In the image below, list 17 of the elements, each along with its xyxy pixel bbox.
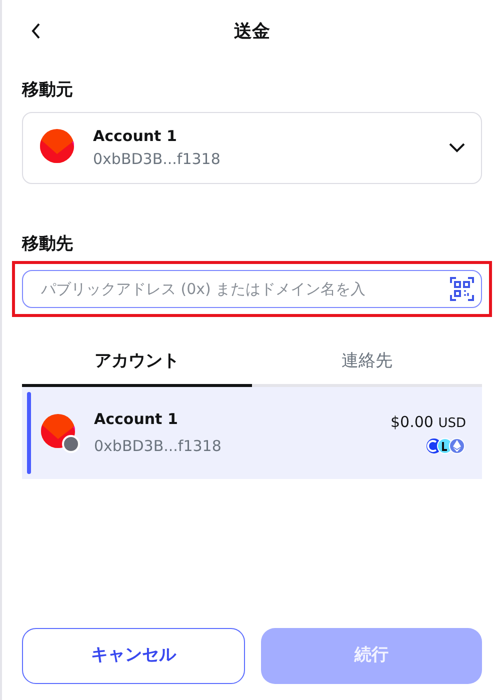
network-icons [426,438,466,454]
qr-code-icon[interactable] [450,277,474,301]
account-name: Account 1 [94,409,179,430]
chevron-down-icon [449,142,465,152]
account-name: Account 1 [93,126,178,147]
account-row[interactable]: Account 1 0xbBD3B...f1318 $0.00 USD [22,386,482,478]
account-address: 0xbBD3B...f1318 [94,436,222,456]
section-label: 移動元 [22,79,74,102]
account-balance: $0.00 USD [390,412,466,434]
account-address: 0xbBD3B...f1318 [93,148,222,170]
avatar-icon [40,412,80,452]
cancel-button[interactable]: キャンセル [22,628,245,684]
address-field[interactable]: パブリックアドレス (0x) またはドメイン名を入 [22,270,482,308]
page-title: 送金 [234,20,270,44]
section-label: 移動先 [22,232,74,256]
account-selector[interactable]: Account 1 0xbBD3B...f1318 [22,112,482,184]
back-icon[interactable] [30,22,42,40]
